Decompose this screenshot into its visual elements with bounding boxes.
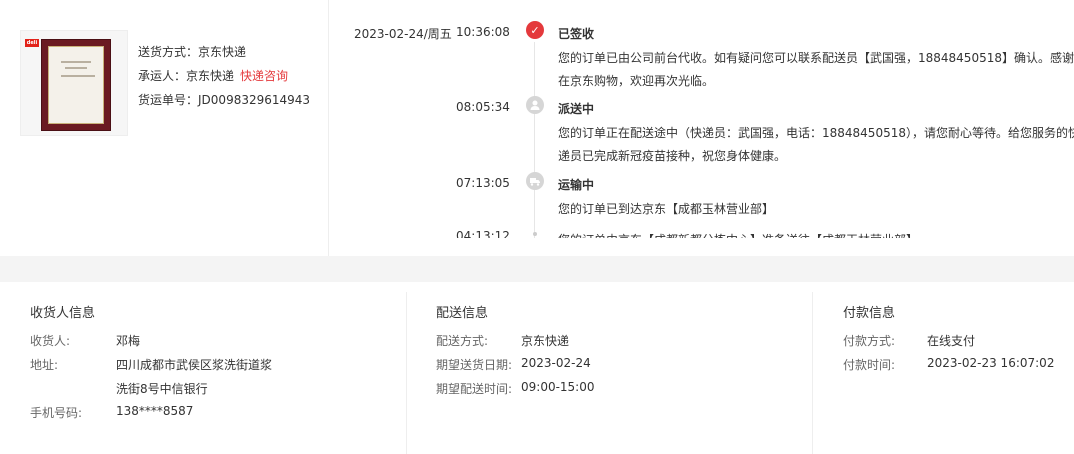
timeline-time: 08:05:34 [456,100,510,114]
timeline-status: 派送中 [558,102,595,116]
shipping-method-label: 送货方式： [138,45,199,59]
payment-time-row: 付款时间: 2023-02-23 16:07:02 [843,356,1055,372]
dot-icon [533,232,537,236]
delivery-title: 配送信息 [436,306,489,321]
timeline-time: 10:36:08 [456,25,510,39]
consignee-phone-row: 手机号码: 138****8587 [30,404,194,420]
tracking-number-label: 货运单号： [138,93,199,107]
timeline-time: 07:13:05 [456,176,510,190]
tracking-number-value: JD0098329614943 [198,93,311,107]
tracking-number-row: 货运单号：JD0098329614943 [138,92,310,116]
timeline-description: 您的订单由京东【成都新都分拣中心】准备送往【成都玉林营业部】 [558,229,1074,238]
consignee-address-line1: 四川成都市武侯区浆洗街道浆 [116,358,273,372]
timeline-description: 您的订单正在配送途中（快递员：武国强，电话：18848450518），请您耐心等… [558,126,1074,163]
tracking-timeline[interactable]: 2023-02-24/周五 10:36:08 ✓ 已签收 您的订单已由公司前台代… [330,0,1074,238]
shipping-method-row: 送货方式：京东快递 [138,44,310,68]
carrier-label: 承运人： [138,69,187,83]
shipping-method-value: 京东快递 [198,45,247,59]
delivery-time: 09:00-15:00 [521,380,595,394]
delivery-time-row: 期望配送时间: 09:00-15:00 [436,380,595,396]
consignee-section: 收货人信息 收货人: 邓梅 地址: 四川成都市武侯区浆洗街道浆 洗街8号中信银行… [0,282,406,454]
carrier-value: 京东快递 [186,69,235,83]
timeline-description: 您的订单已到达京东【成都玉林营业部】 [558,202,775,216]
section-separator [0,256,1074,282]
delivery-section: 配送信息 配送方式: 京东快递 期望送货日期: 2023-02-24 期望配送时… [407,282,812,454]
delivery-method-row: 配送方式: 京东快递 [436,334,570,348]
vertical-divider [328,0,329,256]
payment-section: 付款信息 付款方式: 在线支付 付款时间: 2023-02-23 16:07:0… [813,282,1074,454]
delivery-date: 2023-02-24 [521,356,591,370]
consignee-title: 收货人信息 [30,306,96,321]
consignee-phone: 138****8587 [116,404,194,418]
delivery-method: 京东快递 [521,334,570,348]
product-thumbnail[interactable]: deli [20,30,128,136]
consignee-address-row: 地址: 四川成都市武侯区浆洗街道浆 [30,358,273,372]
timeline-date: 2023-02-24/周五 [354,27,452,41]
payment-title: 付款信息 [843,306,896,321]
timeline-description: 您的订单已由公司前台代收。如有疑问您可以联系配送员【武国强，1884845051… [558,51,1074,88]
timeline-time: 04:13:12 [456,229,510,238]
timeline-status: 已签收 [558,27,595,41]
brand-logo: deli [25,39,39,47]
payment-method: 在线支付 [927,334,976,348]
consignee-name-row: 收货人: 邓梅 [30,334,141,348]
payment-time: 2023-02-23 16:07:02 [927,356,1055,370]
payment-method-row: 付款方式: 在线支付 [843,334,976,348]
timeline-status: 运输中 [558,178,595,192]
certificate-frame-image [41,39,111,131]
truck-icon [526,172,544,190]
shipping-summary: 送货方式：京东快递 承运人：京东快递 快递咨询 货运单号：JD0098329614… [138,44,310,116]
carrier-row: 承运人：京东快递 快递咨询 [138,68,310,92]
consignee-address-line2: 洗街8号中信银行 [116,382,208,396]
courier-consult-link[interactable]: 快递咨询 [240,69,288,83]
tracking-card: deli 送货方式：京东快递 承运人：京东快递 快递咨询 货运单号：JD00983… [0,0,1074,256]
delivery-date-row: 期望送货日期: 2023-02-24 [436,356,591,372]
timeline-connector [534,42,535,238]
check-icon: ✓ [526,21,544,39]
courier-icon [526,96,544,114]
consignee-name: 邓梅 [116,334,141,348]
order-info-panel: 收货人信息 收货人: 邓梅 地址: 四川成都市武侯区浆洗街道浆 洗街8号中信银行… [0,282,1074,454]
